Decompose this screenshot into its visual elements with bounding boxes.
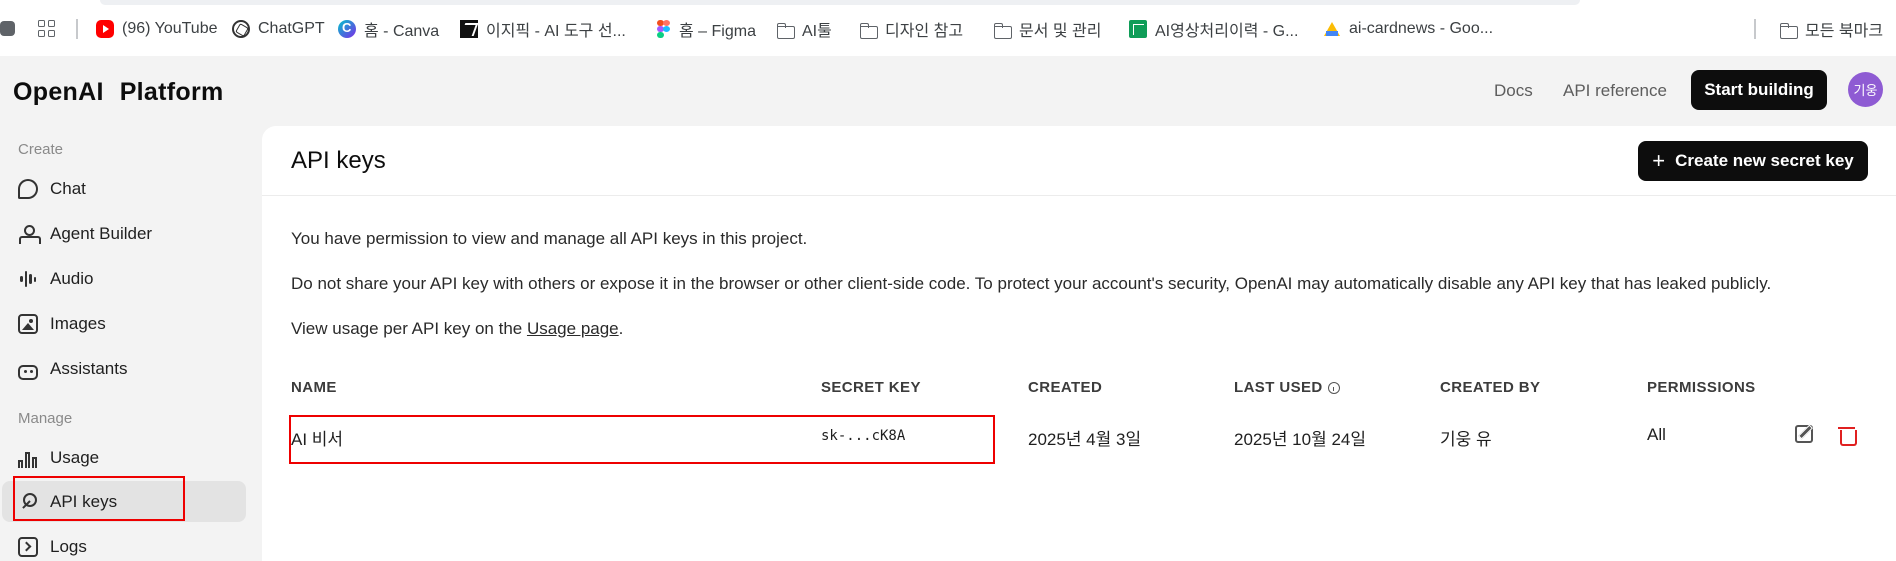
sidebar-item-usage[interactable]: Usage bbox=[18, 446, 99, 470]
bookmark-youtube[interactable]: (96) YouTube bbox=[96, 18, 217, 40]
bookmarks-separator bbox=[1754, 19, 1756, 39]
side-panel-icon[interactable] bbox=[0, 21, 15, 36]
bookmark-folder-design[interactable]: 디자인 참고 bbox=[859, 18, 963, 40]
description-usage: View usage per API key on the Usage page… bbox=[291, 319, 623, 339]
canva-icon bbox=[338, 20, 356, 38]
avatar[interactable]: 기웅 bbox=[1848, 72, 1883, 107]
sidebar-item-label: Images bbox=[50, 314, 106, 333]
edit-icon[interactable] bbox=[1795, 425, 1813, 443]
sidebar-item-label: Logs bbox=[50, 537, 87, 556]
drive-icon bbox=[1323, 20, 1341, 38]
bookmark-label: AI툴 bbox=[802, 23, 832, 40]
column-header-secret-key: SECRET KEY bbox=[821, 379, 921, 396]
bookmark-label: 디자인 참고 bbox=[885, 23, 964, 40]
bookmark-label: ChatGPT bbox=[258, 20, 325, 37]
column-header-created-by: CREATED BY bbox=[1440, 379, 1541, 396]
sidebar-item-label: Audio bbox=[50, 269, 94, 288]
annotation-highlight-box bbox=[289, 415, 995, 464]
chat-icon bbox=[18, 179, 38, 199]
usage-text-suffix: . bbox=[618, 319, 624, 338]
bookmark-chatgpt[interactable]: ChatGPT bbox=[232, 18, 325, 40]
sidebar-item-label: Agent Builder bbox=[50, 224, 153, 243]
description-permission: You have permission to view and manage a… bbox=[291, 229, 808, 248]
create-secret-key-label: Create new secret key bbox=[1675, 151, 1854, 170]
bookmarks-separator bbox=[76, 19, 78, 39]
plus-icon: + bbox=[1652, 148, 1666, 173]
create-secret-key-button[interactable]: + Create new secret key bbox=[1638, 141, 1868, 181]
bookmark-sheets[interactable]: AI영상처리이력 - G... bbox=[1129, 18, 1298, 40]
sidebar-item-logs[interactable]: Logs bbox=[18, 535, 87, 559]
audio-icon bbox=[18, 269, 38, 289]
platform-logo[interactable]: OpenAI Platform bbox=[13, 78, 240, 107]
assistants-icon bbox=[18, 364, 38, 380]
sheets-icon bbox=[1129, 20, 1147, 38]
bookmark-canva[interactable]: 홈 - Canva bbox=[338, 18, 439, 40]
column-header-name: NAME bbox=[291, 379, 337, 396]
bookmark-label: 문서 및 관리 bbox=[1019, 23, 1102, 40]
docs-link[interactable]: Docs bbox=[1494, 81, 1533, 101]
folder-icon bbox=[859, 20, 878, 39]
bookmark-drive[interactable]: ai-cardnews - Goo... bbox=[1323, 18, 1493, 40]
sidebar-item-chat[interactable]: Chat bbox=[18, 177, 86, 201]
sidebar-section-create: Create bbox=[18, 141, 64, 158]
bookmark-folder-docs[interactable]: 문서 및 관리 bbox=[993, 18, 1102, 40]
sidebar-item-label: Assistants bbox=[50, 359, 128, 378]
key-created: 2025년 4월 3일 bbox=[1028, 430, 1142, 449]
main-panel bbox=[262, 126, 1896, 561]
apps-grid-icon[interactable] bbox=[38, 20, 56, 38]
bookmark-ejpick[interactable]: 이지픽 - AI 도구 선... bbox=[460, 18, 626, 40]
sidebar-item-label: Chat bbox=[50, 179, 86, 198]
browser-tab-strip bbox=[100, 0, 1580, 5]
key-permissions: All bbox=[1647, 425, 1666, 444]
bookmark-label: 홈 – Figma bbox=[679, 23, 756, 40]
sidebar-section-manage: Manage bbox=[18, 410, 73, 427]
folder-icon bbox=[1779, 20, 1798, 39]
figma-icon bbox=[653, 20, 671, 38]
usage-text-prefix: View usage per API key on the bbox=[291, 319, 527, 338]
agent-builder-icon bbox=[18, 224, 41, 244]
all-bookmarks[interactable]: 모든 북마크 bbox=[1779, 18, 1883, 40]
header-divider bbox=[262, 195, 1896, 196]
api-reference-link[interactable]: API reference bbox=[1563, 81, 1667, 101]
sidebar-item-audio[interactable]: Audio bbox=[18, 267, 93, 291]
last-used-label: LAST USED bbox=[1234, 379, 1323, 396]
all-bookmarks-label: 모든 북마크 bbox=[1805, 23, 1884, 40]
key-created-by: 기웅 유 bbox=[1440, 430, 1492, 449]
logo-openai: OpenAI bbox=[13, 78, 104, 106]
sidebar-item-agent-builder[interactable]: Agent Builder bbox=[18, 222, 152, 246]
annotation-highlight-box bbox=[13, 476, 185, 521]
column-header-permissions: PERMISSIONS bbox=[1647, 379, 1756, 396]
bookmark-label: (96) YouTube bbox=[122, 20, 218, 37]
ejpick-icon bbox=[460, 20, 478, 38]
bookmark-label: ai-cardnews - Goo... bbox=[1349, 20, 1494, 37]
sidebar-item-label: Usage bbox=[50, 448, 100, 467]
usage-page-link[interactable]: Usage page bbox=[527, 319, 619, 338]
logo-platform: Platform bbox=[119, 78, 224, 106]
column-header-created: CREATED bbox=[1028, 379, 1103, 396]
key-last-used: 2025년 10월 24일 bbox=[1234, 430, 1367, 449]
bookmarks-bar: (96) YouTube ChatGPT 홈 - Canva 이지픽 - AI … bbox=[0, 0, 1896, 56]
images-icon bbox=[18, 314, 38, 334]
trash-icon[interactable] bbox=[1838, 425, 1857, 446]
bookmark-label: AI영상처리이력 - G... bbox=[1155, 23, 1299, 40]
bookmark-label: 홈 - Canva bbox=[364, 23, 440, 40]
start-building-button[interactable]: Start building bbox=[1691, 70, 1827, 110]
bookmark-folder-ai-tools[interactable]: AI툴 bbox=[776, 18, 832, 40]
page-title: API keys bbox=[291, 147, 386, 174]
chatgpt-icon bbox=[232, 20, 250, 38]
bookmark-label: 이지픽 - AI 도구 선... bbox=[486, 23, 626, 40]
usage-icon bbox=[18, 448, 38, 468]
column-header-last-used: LAST USED bbox=[1234, 379, 1340, 396]
folder-icon bbox=[776, 20, 795, 39]
info-icon[interactable] bbox=[1327, 381, 1340, 394]
sidebar-item-assistants[interactable]: Assistants bbox=[18, 357, 127, 381]
bookmark-figma[interactable]: 홈 – Figma bbox=[653, 18, 756, 40]
folder-icon bbox=[993, 20, 1012, 39]
description-warning: Do not share your API key with others or… bbox=[291, 274, 1772, 293]
logs-icon bbox=[18, 537, 38, 557]
sidebar-item-images[interactable]: Images bbox=[18, 312, 106, 336]
youtube-icon bbox=[96, 20, 114, 38]
